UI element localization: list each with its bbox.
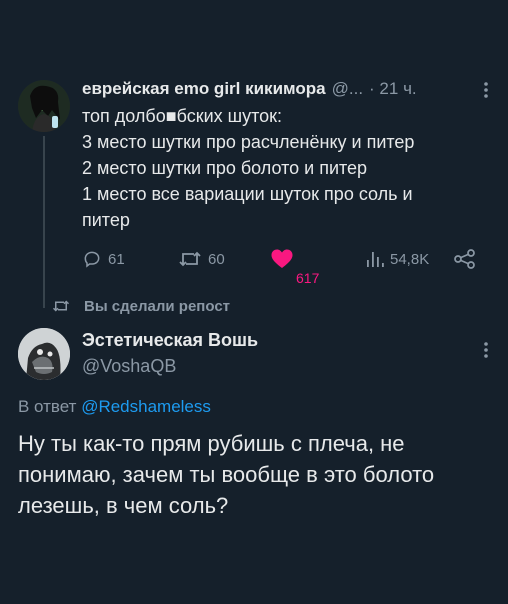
tweet-line: 2 место шутки про болото и питер [82,158,368,178]
reply-line: лезешь, в чем соль? [18,493,229,518]
views-count: 54,8K [390,250,430,268]
reply-mention-link[interactable]: @Redshameless [81,397,211,416]
heart-icon [271,249,293,268]
views-button[interactable]: 54,8K [366,246,429,272]
share-icon [454,249,475,269]
tweet-header: еврейская emo girl кикимора @... · 21 ч. [82,78,492,100]
retweet-button[interactable]: 60 [178,246,225,272]
reply-author-name[interactable]: Эстетическая Вошь [82,330,258,351]
thread-line [43,136,45,308]
reply-button[interactable]: 61 [82,246,125,272]
reply-author-handle[interactable]: @VoshaQB [82,356,176,377]
reply-text: Ну ты как-то прям рубишь с плеча, не пон… [18,428,493,521]
more-icon[interactable] [480,80,492,100]
author-name[interactable]: еврейская emo girl кикимора [82,79,326,99]
share-button[interactable] [454,246,476,272]
reply-author-avatar[interactable] [18,328,70,380]
retweet-count: 60 [208,250,225,268]
like-count: 617 [296,270,320,286]
tweet-line: топ долбо■бских шуток: [82,106,283,126]
reply-line: Ну ты как-то прям рубишь с плеча, не [18,431,405,456]
retweet-icon [52,300,70,312]
more-icon[interactable] [480,340,492,360]
reply-line: понимаю, зачем ты вообще в это болото [18,462,435,487]
author-handle[interactable]: @... [332,79,363,99]
reply-context: В ответ @Redshameless [18,397,211,417]
quoted-tweet[interactable]: еврейская emo girl кикимора @... · 21 ч.… [0,0,508,308]
reply-count: 61 [108,250,125,268]
repost-label: Вы сделали репост [84,297,231,315]
reply-icon [84,251,100,268]
repost-indicator: Вы сделали репост [52,296,230,316]
tweet-line: 3 место шутки про расчленёнку и питер [82,132,415,152]
tweet-text: топ долбо■бских шуток: 3 место шутки про… [82,103,482,233]
tweet-line: питер [82,210,130,230]
like-button[interactable] [270,246,294,272]
tweet-line: 1 место все вариации шуток про соль и [82,184,413,204]
views-icon [367,252,384,267]
tweet-time[interactable]: · 21 ч. [369,79,417,99]
author-avatar[interactable] [18,80,70,132]
reply-prefix: В ответ [18,397,77,416]
tweet-actions: 61 60 54,8K [82,246,492,272]
retweet-icon [179,251,201,267]
